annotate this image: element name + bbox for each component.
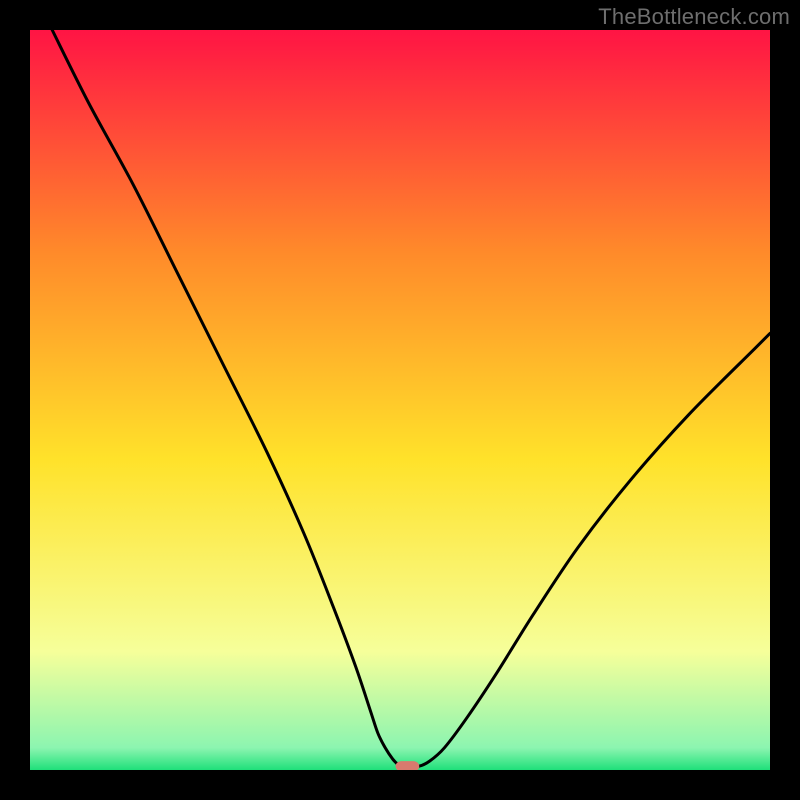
bottleneck-chart	[0, 0, 800, 800]
chart-frame: TheBottleneck.com	[0, 0, 800, 800]
trough-marker	[396, 761, 420, 771]
watermark-text: TheBottleneck.com	[598, 4, 790, 30]
gradient-background	[30, 30, 770, 770]
